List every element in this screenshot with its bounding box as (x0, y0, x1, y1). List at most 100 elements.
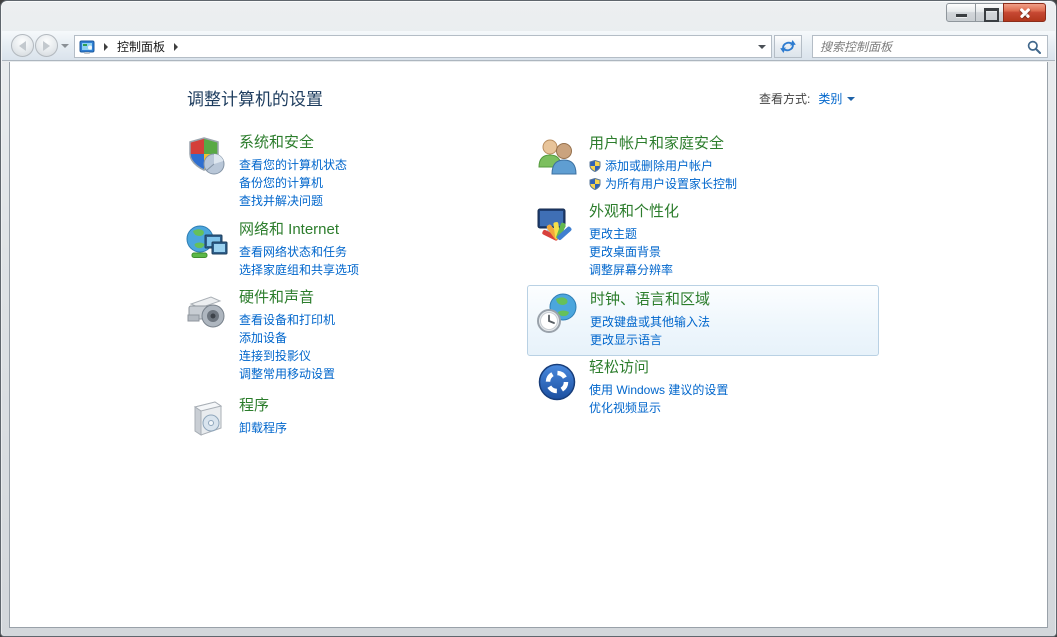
category-title-network-internet[interactable]: 网络和 Internet (239, 220, 359, 239)
link-network-internet-1[interactable]: 选择家庭组和共享选项 (239, 261, 359, 279)
category-title-appearance-personalization[interactable]: 外观和个性化 (589, 202, 679, 221)
category-hardware-sound: 硬件和声音查看设备和打印机添加设备连接到投影仪调整常用移动设置 (185, 288, 530, 383)
link-ease-of-access-0[interactable]: 使用 Windows 建议的设置 (589, 381, 728, 399)
category-body: 网络和 Internet 查看网络状态和任务选择家庭组和共享选项 (239, 220, 359, 279)
back-button[interactable] (11, 34, 34, 57)
link-system-security-2[interactable]: 查找并解决问题 (239, 192, 347, 210)
search-box (812, 35, 1048, 58)
recent-pages-chevron-icon[interactable] (61, 44, 69, 48)
link-label: 添加设备 (239, 329, 287, 347)
link-label: 更改主题 (589, 225, 637, 243)
link-label: 选择家庭组和共享选项 (239, 261, 359, 279)
link-ease-of-access-1[interactable]: 优化视频显示 (589, 399, 728, 417)
category-programs: 程序卸载程序 (185, 396, 530, 442)
link-system-security-0[interactable]: 查看您的计算机状态 (239, 156, 347, 174)
link-label: 添加或删除用户帐户 (605, 157, 713, 175)
ease-of-access-icon[interactable] (535, 360, 579, 404)
category-title-hardware-sound[interactable]: 硬件和声音 (239, 288, 335, 307)
appearance-personalization-icon[interactable] (535, 204, 579, 248)
categories-right-column: 用户帐户和家庭安全添加或删除用户帐户为所有用户设置家长控制外观和个性化更改主题更… (527, 134, 879, 417)
link-label: 备份您的计算机 (239, 174, 323, 192)
view-by-label: 查看方式: (759, 90, 810, 107)
link-label: 更改桌面背景 (589, 243, 661, 261)
link-hardware-sound-3[interactable]: 调整常用移动设置 (239, 365, 335, 383)
link-label: 使用 Windows 建议的设置 (589, 381, 728, 399)
category-body: 外观和个性化更改主题更改桌面背景调整屏幕分辨率 (589, 202, 679, 279)
main-content: 调整计算机的设置 查看方式: 类别 系统和安全查看您的计算机状态备份您的计算机查… (9, 62, 1048, 628)
category-system-security: 系统和安全查看您的计算机状态备份您的计算机查找并解决问题 (185, 133, 530, 210)
category-title-clock-language-region[interactable]: 时钟、语言和区域 (590, 290, 710, 309)
link-appearance-personalization-2[interactable]: 调整屏幕分辨率 (589, 261, 679, 279)
system-security-icon[interactable] (185, 135, 229, 179)
clock-language-region-icon[interactable] (536, 292, 580, 336)
link-system-security-1[interactable]: 备份您的计算机 (239, 174, 347, 192)
link-label: 连接到投影仪 (239, 347, 311, 365)
maximize-icon[interactable] (975, 3, 1004, 22)
address-dropdown-icon[interactable] (753, 36, 771, 57)
view-by-control: 查看方式: 类别 (759, 90, 855, 107)
link-hardware-sound-1[interactable]: 添加设备 (239, 329, 335, 347)
page-title: 调整计算机的设置 (187, 85, 323, 110)
forward-button[interactable] (35, 34, 58, 57)
search-input[interactable] (820, 40, 1027, 54)
category-ease-of-access: 轻松访问使用 Windows 建议的设置优化视频显示 (527, 358, 879, 417)
title-bar[interactable] (1, 1, 1056, 31)
link-label: 优化视频显示 (589, 399, 661, 417)
refresh-button[interactable] (774, 35, 802, 58)
link-label: 更改键盘或其他输入法 (590, 313, 710, 331)
user-accounts-icon[interactable] (535, 136, 579, 180)
link-user-accounts-0[interactable]: 添加或删除用户帐户 (589, 157, 737, 175)
link-label: 更改显示语言 (590, 331, 662, 349)
window-controls (947, 3, 1046, 22)
category-title-system-security[interactable]: 系统和安全 (239, 133, 347, 152)
link-hardware-sound-0[interactable]: 查看设备和打印机 (239, 311, 335, 329)
chevron-down-icon (847, 97, 855, 101)
category-title-programs[interactable]: 程序 (239, 396, 287, 415)
category-body: 程序卸载程序 (239, 396, 287, 442)
link-user-accounts-1[interactable]: 为所有用户设置家长控制 (589, 175, 737, 193)
link-label: 调整屏幕分辨率 (589, 261, 673, 279)
category-body: 系统和安全查看您的计算机状态备份您的计算机查找并解决问题 (239, 133, 347, 210)
link-clock-language-region-1[interactable]: 更改显示语言 (590, 331, 710, 349)
forward-arrow-icon (43, 41, 50, 51)
search-icon[interactable] (1027, 40, 1041, 54)
minimize-icon[interactable] (946, 3, 976, 22)
programs-icon[interactable] (185, 398, 229, 442)
navigation-bar: 控制面板 (2, 31, 1055, 61)
link-label: 查找并解决问题 (239, 192, 323, 210)
category-body: 硬件和声音查看设备和打印机添加设备连接到投影仪调整常用移动设置 (239, 288, 335, 383)
category-title-ease-of-access[interactable]: 轻松访问 (589, 358, 728, 377)
category-appearance-personalization: 外观和个性化更改主题更改桌面背景调整屏幕分辨率 (527, 202, 879, 279)
uac-shield-icon (589, 160, 601, 172)
breadcrumb-separator-icon[interactable] (104, 43, 108, 51)
control-panel-window: 控制面板 调整计算机的设置 查看方式: 类别 (0, 0, 1057, 637)
breadcrumb[interactable]: 控制面板 (74, 35, 772, 58)
category-body: 时钟、语言和区域更改键盘或其他输入法更改显示语言 (590, 290, 710, 349)
view-by-value: 类别 (818, 90, 842, 107)
link-label: 调整常用移动设置 (239, 365, 335, 383)
link-network-internet-0[interactable]: 查看网络状态和任务 (239, 243, 359, 261)
control-panel-icon (79, 39, 95, 55)
category-network-internet: 网络和 Internet 查看网络状态和任务选择家庭组和共享选项 (185, 220, 530, 279)
link-hardware-sound-2[interactable]: 连接到投影仪 (239, 347, 335, 365)
breadcrumb-separator-icon[interactable] (174, 43, 178, 51)
view-by-dropdown[interactable]: 类别 (818, 90, 855, 107)
back-arrow-icon (19, 41, 26, 51)
link-label: 查看您的计算机状态 (239, 156, 347, 174)
link-appearance-personalization-1[interactable]: 更改桌面背景 (589, 243, 679, 261)
close-icon[interactable] (1003, 3, 1046, 22)
category-body: 轻松访问使用 Windows 建议的设置优化视频显示 (589, 358, 728, 417)
category-clock-language-region: 时钟、语言和区域更改键盘或其他输入法更改显示语言 (527, 285, 879, 356)
network-internet-icon[interactable] (185, 222, 229, 266)
link-label: 卸载程序 (239, 419, 287, 437)
category-body: 用户帐户和家庭安全添加或删除用户帐户为所有用户设置家长控制 (589, 134, 737, 193)
link-label: 查看设备和打印机 (239, 311, 335, 329)
link-appearance-personalization-0[interactable]: 更改主题 (589, 225, 679, 243)
link-label: 为所有用户设置家长控制 (605, 175, 737, 193)
link-programs-0[interactable]: 卸载程序 (239, 419, 287, 437)
category-user-accounts: 用户帐户和家庭安全添加或删除用户帐户为所有用户设置家长控制 (527, 134, 879, 193)
link-clock-language-region-0[interactable]: 更改键盘或其他输入法 (590, 313, 710, 331)
breadcrumb-item-control-panel[interactable]: 控制面板 (117, 38, 165, 55)
category-title-user-accounts[interactable]: 用户帐户和家庭安全 (589, 134, 737, 153)
hardware-sound-icon[interactable] (185, 290, 229, 334)
